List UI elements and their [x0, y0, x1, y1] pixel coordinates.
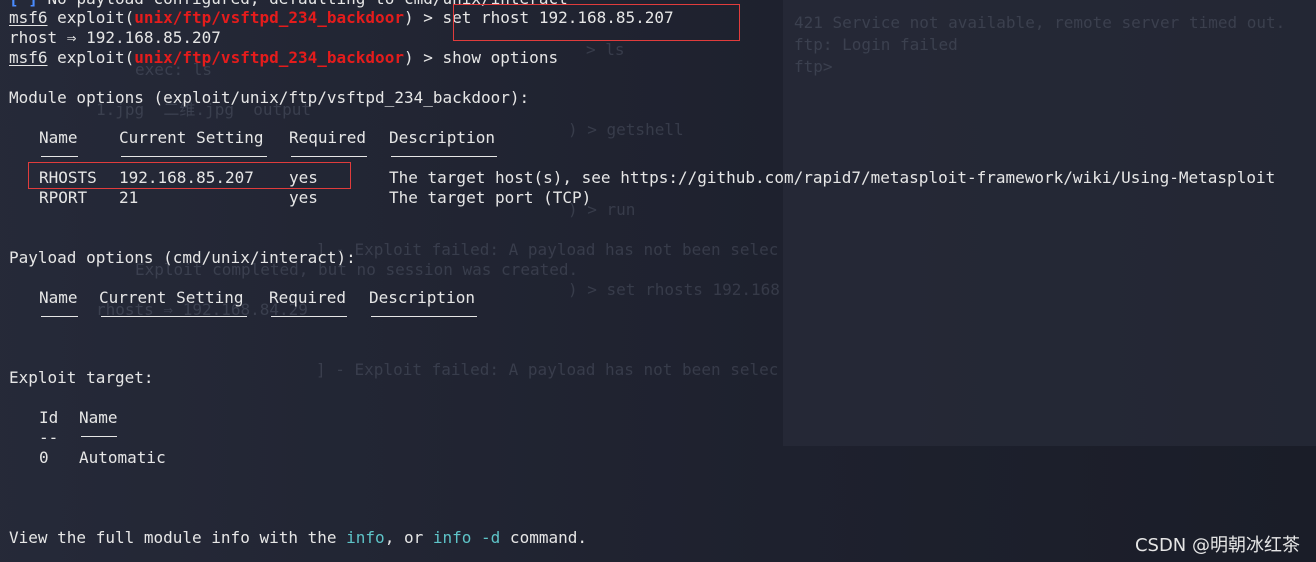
- bg-ghost-ls: > ls: [586, 40, 625, 59]
- bg-ghost-failed2: ] - Exploit failed: A payload has not be…: [316, 360, 779, 379]
- header-underline: [41, 316, 78, 317]
- col-header-setting: Current Setting: [119, 128, 264, 147]
- header-underline: [121, 156, 267, 157]
- highlight-box-set-rhost: [453, 4, 740, 41]
- highlight-box-rhosts: [28, 162, 351, 189]
- col-header-setting: Current Setting: [99, 288, 244, 307]
- module-name: unix/ftp/vsftpd_234_backdoor: [134, 8, 404, 27]
- col-header-description: Description: [389, 128, 495, 147]
- col-header-name: Name: [39, 128, 78, 147]
- header-underline: [81, 436, 117, 437]
- module-name: unix/ftp/vsftpd_234_backdoor: [134, 48, 404, 67]
- header-underline: [101, 316, 247, 317]
- csdn-watermark: CSDN @明朝冰红茶: [1134, 535, 1300, 556]
- header-underline: [271, 316, 347, 317]
- bg-ghost-getshell: ) > getshell: [568, 120, 684, 139]
- bg-line-2: ftp: Login failed: [794, 35, 958, 54]
- bg-line-3: ftp>: [794, 57, 843, 76]
- option-required: yes: [289, 188, 318, 207]
- exploit-close: ) >: [403, 48, 443, 67]
- terminal-window[interactable]: 421 Service not available, remote server…: [0, 0, 1316, 562]
- header-underline: [291, 156, 367, 157]
- info-d-command: info -d: [432, 528, 501, 547]
- bg-line-1: 421 Service not available, remote server…: [794, 13, 1286, 32]
- col-header-name: Name: [39, 288, 78, 307]
- header-underline: [371, 316, 477, 317]
- option-description: The target port (TCP): [389, 188, 592, 207]
- target-id: 0: [39, 448, 49, 467]
- background-ftp-window: [783, 0, 1316, 446]
- col-header-description: Description: [369, 288, 475, 307]
- col-header-target-name: Name: [79, 408, 118, 427]
- bg-ghost-setrhosts: ) > set rhosts 192.168: [568, 280, 780, 299]
- info-bracket: [*]: [9, 0, 38, 8]
- command-text: show options: [442, 48, 559, 67]
- option-name: RPORT: [39, 188, 88, 207]
- col-header-required: Required: [269, 288, 347, 307]
- msf-prompt: msf6: [9, 8, 48, 27]
- hint-text: , or: [384, 528, 433, 547]
- option-description: The target host(s), see https://github.c…: [389, 168, 1276, 187]
- option-setting: 21: [119, 188, 139, 207]
- prompt-line-show-options: msf6 exploit(unix/ftp/vsftpd_234_backdoo…: [9, 48, 558, 68]
- module-options-title: Module options (exploit/unix/ftp/vsftpd_…: [9, 88, 530, 107]
- header-underline: [41, 156, 78, 157]
- header-underline: [391, 156, 497, 157]
- target-name: Automatic: [79, 448, 166, 467]
- hint-text: View the full module info with the: [9, 528, 347, 547]
- id-underline: --: [39, 428, 59, 447]
- rhost-echo: rhost ⇒ 192.168.85.207: [9, 28, 221, 47]
- module-info-hint: View the full module info with the info,…: [9, 528, 587, 548]
- hint-text: command.: [500, 528, 587, 547]
- exploit-open: exploit(: [47, 48, 135, 67]
- payload-options-title: Payload options (cmd/unix/interact):: [9, 248, 356, 267]
- info-command: info: [346, 528, 385, 547]
- exploit-close: ) >: [403, 8, 443, 27]
- col-header-required: Required: [289, 128, 367, 147]
- exploit-target-title: Exploit target:: [9, 368, 154, 387]
- bg-ghost-failed: ] - Exploit failed: A payload has not be…: [316, 240, 779, 259]
- col-header-id: Id: [39, 408, 59, 427]
- msf-prompt: msf6: [9, 48, 48, 67]
- exploit-open: exploit(: [47, 8, 135, 27]
